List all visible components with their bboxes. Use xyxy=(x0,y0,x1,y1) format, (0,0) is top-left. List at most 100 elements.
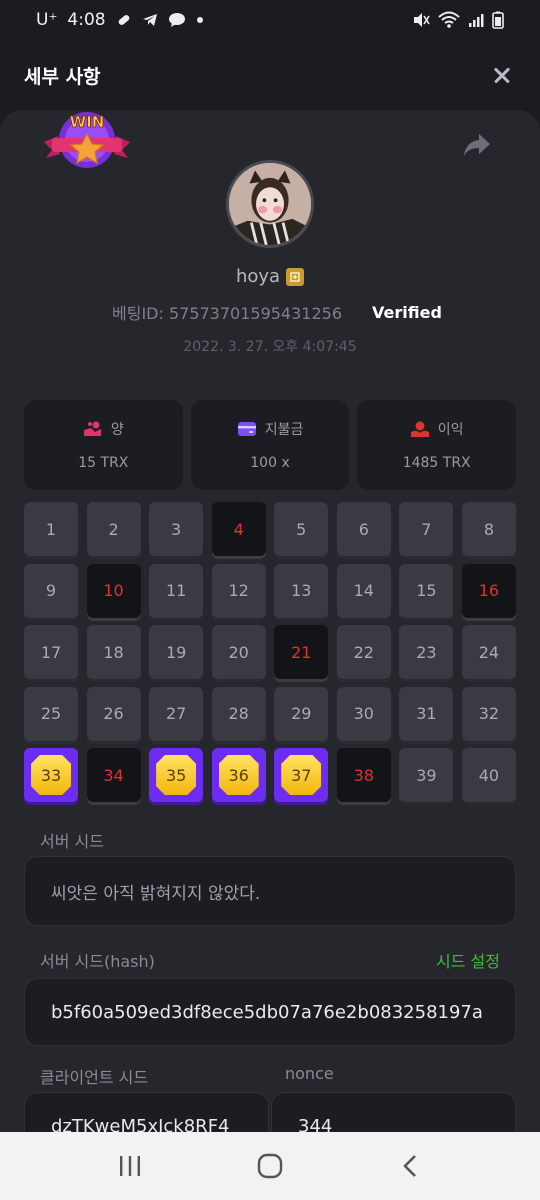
bet-id: 베팅ID: 57573701595431256 xyxy=(112,304,343,323)
modal-header: 세부 사항 xyxy=(0,40,540,110)
grid-cell-17[interactable]: 17 xyxy=(24,625,78,679)
grid-cell-3[interactable]: 3 xyxy=(149,502,204,556)
grid-cell-number: 22 xyxy=(353,642,374,662)
stat-amount: 양 15 TRX xyxy=(24,400,183,490)
grid-cell-30[interactable]: 30 xyxy=(336,686,391,741)
seed-setting-link[interactable]: 시드 설정 xyxy=(436,948,500,972)
grid-cell-number: 7 xyxy=(421,519,432,539)
client-seed-value: dzTKweM5xJck8RF4 xyxy=(51,1115,230,1133)
details-sheet: WIN hoya 베팅ID: 57573701595431256 Verifie… xyxy=(0,110,540,1132)
avatar xyxy=(226,160,314,248)
grid-cell-number: 40 xyxy=(478,765,500,785)
grid-cell-20[interactable]: 20 xyxy=(211,625,266,679)
grid-cell-number: 4 xyxy=(233,519,244,539)
grid-cell-number: 18 xyxy=(103,642,124,662)
grid-cell-27[interactable]: 27 xyxy=(149,686,204,741)
grid-cell-number: 12 xyxy=(228,581,249,600)
grid-cell-13[interactable]: 13 xyxy=(274,563,329,618)
grid-cell-number: 10 xyxy=(103,581,124,600)
grid-cell-18[interactable]: 18 xyxy=(86,625,141,679)
grid-cell-10[interactable]: 10 xyxy=(86,563,141,618)
grid-cell-1[interactable]: 1 xyxy=(24,502,78,556)
server-seed-field[interactable]: 씨앗은 아직 밝혀지지 않았다. xyxy=(24,856,516,926)
grid-cell-31[interactable]: 31 xyxy=(399,686,454,741)
grid-cell-number: 25 xyxy=(40,704,62,723)
grid-cell-9[interactable]: 9 xyxy=(24,563,78,618)
grid-cell-2[interactable]: 2 xyxy=(86,502,141,556)
grid-cell-number: 14 xyxy=(353,581,374,600)
back-button[interactable] xyxy=(390,1146,430,1186)
grid-cell-33[interactable]: 33 xyxy=(24,748,78,802)
bet-id-row: 베팅ID: 57573701595431256 Verified xyxy=(112,300,442,324)
recent-apps-button[interactable] xyxy=(110,1146,150,1186)
grid-cell-number: 39 xyxy=(416,765,437,785)
grid-cell-19[interactable]: 19 xyxy=(149,625,204,679)
stat-profit: 이익 1485 TRX xyxy=(357,400,517,490)
grid-cell-number: 32 xyxy=(478,704,500,723)
grid-cell-number: 5 xyxy=(296,519,307,539)
grid-cell-number: 38 xyxy=(353,765,374,785)
grid-cell-6[interactable]: 6 xyxy=(336,502,391,556)
grid-cell-21[interactable]: 21 xyxy=(274,625,329,679)
grid-cell-4[interactable]: 4 xyxy=(211,502,266,556)
share-icon[interactable] xyxy=(460,128,494,162)
grid-cell-15[interactable]: 15 xyxy=(399,563,454,618)
grid-cell-23[interactable]: 23 xyxy=(399,625,454,679)
grid-cell-12[interactable]: 12 xyxy=(211,563,266,618)
nonce-label: nonce xyxy=(285,1064,334,1083)
grid-cell-number: 26 xyxy=(103,704,124,723)
grid-cell-number: 15 xyxy=(416,581,437,600)
grid-cell-number: 31 xyxy=(416,704,437,723)
grid-cell-29[interactable]: 29 xyxy=(274,686,329,741)
talk-icon xyxy=(168,13,185,27)
grid-cell-number: 11 xyxy=(165,581,187,600)
nonce-field[interactable]: 344 xyxy=(271,1092,516,1132)
client-seed-field[interactable]: dzTKweM5xJck8RF4 xyxy=(24,1092,269,1132)
dot-icon xyxy=(196,17,203,23)
verified-link[interactable]: Verified xyxy=(372,303,442,322)
grid-cell-number: 27 xyxy=(165,704,187,723)
win-badge-label: WIN xyxy=(70,113,105,131)
grid-cell-number: 2 xyxy=(108,519,119,539)
grid-cell-number: 29 xyxy=(291,704,312,723)
grid-cell-37[interactable]: 37 xyxy=(274,748,329,802)
grid-cell-38[interactable]: 38 xyxy=(336,748,391,802)
stat-amount-value: 15 TRX xyxy=(78,455,129,471)
grid-cell-8[interactable]: 8 xyxy=(461,502,516,556)
grid-cell-32[interactable]: 32 xyxy=(461,686,516,741)
grid-cell-number: 1 xyxy=(45,519,57,539)
grid-cell-25[interactable]: 25 xyxy=(24,686,78,741)
grid-cell-16[interactable]: 16 xyxy=(461,563,516,618)
grid-cell-39[interactable]: 39 xyxy=(399,748,454,802)
grid-cell-22[interactable]: 22 xyxy=(336,625,391,679)
server-seed-hash-field[interactable]: b5f60a509ed3df8ece5db07a76e2b083258197a xyxy=(24,978,516,1046)
grid-cell-number: 28 xyxy=(228,704,249,723)
grid-cell-7[interactable]: 7 xyxy=(399,502,454,556)
grid-cell-14[interactable]: 14 xyxy=(336,563,391,618)
grid-cell-5[interactable]: 5 xyxy=(274,502,329,556)
server-seed-label: 서버 시드 xyxy=(40,832,104,851)
grid-cell-number: 24 xyxy=(478,642,500,662)
signal-icon xyxy=(469,14,484,27)
client-seed-label: 클라이언트 시드 xyxy=(40,1068,149,1087)
grid-cell-36[interactable]: 36 xyxy=(211,748,266,802)
grid-cell-number: 20 xyxy=(228,642,249,662)
grid-cell-11[interactable]: 11 xyxy=(149,563,204,618)
page-title: 세부 사항 xyxy=(24,65,101,88)
grid-cell-34[interactable]: 34 xyxy=(86,748,141,802)
grid-cell-number: 19 xyxy=(165,642,187,662)
grid-cell-24[interactable]: 24 xyxy=(461,625,516,679)
grid-cell-28[interactable]: 28 xyxy=(211,686,266,741)
system-nav-bar xyxy=(0,1132,540,1200)
grid-cell-40[interactable]: 40 xyxy=(461,748,516,802)
grid-cell-35[interactable]: 35 xyxy=(149,748,204,802)
username: hoya xyxy=(235,266,281,287)
close-button[interactable] xyxy=(488,61,516,89)
win-badge-icon: WIN xyxy=(44,112,130,168)
win-coin-icon: 36 xyxy=(218,755,259,795)
nonce-value: 344 xyxy=(298,1115,333,1133)
grid-cell-26[interactable]: 26 xyxy=(86,686,141,741)
status-right xyxy=(412,11,504,29)
home-button[interactable] xyxy=(250,1146,290,1186)
mute-icon xyxy=(414,13,430,27)
